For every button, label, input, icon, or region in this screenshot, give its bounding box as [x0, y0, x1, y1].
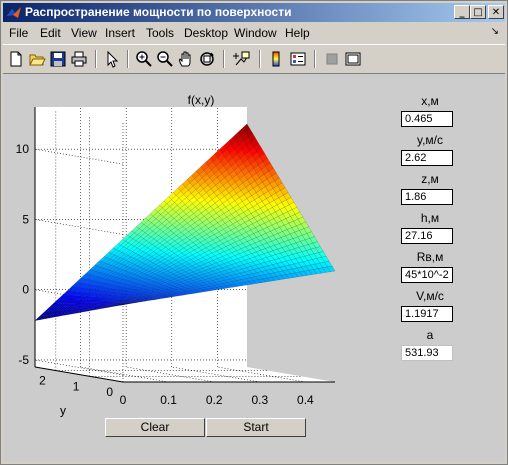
x-tick-label: 0.4 — [297, 393, 314, 407]
z-tick-label: -5 — [18, 353, 29, 367]
title-bar[interactable]: Распространение мощности по поверхности … — [3, 3, 505, 22]
toolbar — [3, 44, 505, 74]
menu-bar: File Edit View Insert Tools Desktop Wind… — [3, 23, 505, 42]
legend-icon[interactable] — [289, 50, 307, 68]
x-tick-label: 0.3 — [251, 393, 268, 407]
y-input[interactable]: 2.62 — [401, 150, 453, 166]
param-label-rv: Rв,м — [416, 250, 444, 264]
close-button[interactable]: ✕ — [488, 5, 504, 19]
menu-tools[interactable]: Tools — [146, 26, 174, 40]
figure-canvas: 0 0.1 0.2 0.3 0.4 0 1 2 -5 0 5 10 y f(x,y) x,м 0.465… — [3, 74, 505, 462]
menu-help[interactable]: Help — [285, 26, 310, 40]
window-title: Распространение мощности по поверхности — [25, 5, 292, 19]
param-label-z: z,м — [421, 172, 439, 186]
maximize-button[interactable]: □ — [470, 5, 486, 19]
z-tick-label: 10 — [16, 142, 30, 156]
z-tick-label: 0 — [22, 283, 29, 297]
plot-title: f(x,y) — [188, 93, 215, 107]
zoom-out-icon[interactable] — [156, 50, 174, 68]
colorbar-icon[interactable] — [267, 50, 285, 68]
y-tick-label: 0 — [106, 385, 113, 399]
minimize-button[interactable]: _ — [454, 5, 470, 19]
param-label-x: x,м — [421, 94, 439, 108]
data-cursor-icon[interactable] — [233, 50, 251, 68]
print-icon[interactable] — [70, 50, 88, 68]
figure-window: Распространение мощности по поверхности … — [0, 0, 508, 465]
matlab-logo-icon — [7, 7, 21, 18]
save-icon[interactable] — [49, 50, 67, 68]
start-button[interactable]: Start — [206, 418, 306, 437]
menu-file[interactable]: File — [9, 26, 28, 40]
new-file-icon[interactable] — [7, 50, 25, 68]
x-tick-label: 0 — [120, 393, 127, 407]
x-input[interactable]: 0.465 — [401, 111, 453, 127]
side-wall — [35, 107, 123, 382]
show-tools-icon[interactable] — [344, 50, 362, 68]
menu-grip-icon: ↘ — [490, 26, 499, 37]
menu-window[interactable]: Window — [234, 26, 277, 40]
toolbar-separator — [259, 50, 261, 68]
zoom-in-icon[interactable] — [135, 50, 153, 68]
pan-hand-icon[interactable] — [177, 50, 195, 68]
param-label-y: y,м/c — [416, 133, 444, 147]
z-tick-label: 5 — [22, 212, 29, 226]
param-label-v: V,м/c — [416, 289, 444, 303]
x-tick-label: 0.1 — [160, 393, 177, 407]
h-input[interactable]: 27.16 — [401, 228, 453, 244]
menu-desktop[interactable]: Desktop — [184, 26, 228, 40]
y-tick-label: 1 — [73, 379, 80, 393]
y-axis-label: y — [60, 404, 66, 418]
toolbar-separator — [95, 50, 97, 68]
open-folder-icon[interactable] — [28, 50, 46, 68]
pointer-icon[interactable] — [103, 50, 121, 68]
clear-button[interactable]: Clear — [105, 418, 205, 437]
toolbar-separator — [314, 50, 316, 68]
toolbar-separator — [223, 50, 225, 68]
a-output: 531.93 — [401, 345, 453, 361]
param-label-a: a — [426, 328, 434, 342]
param-label-h: h,м — [420, 211, 440, 225]
z-input[interactable]: 1.86 — [401, 189, 453, 205]
v-input[interactable]: 1.1917 — [401, 306, 453, 322]
x-tick-label: 0.2 — [206, 393, 223, 407]
menu-insert[interactable]: Insert — [105, 26, 135, 40]
y-tick-label: 2 — [39, 374, 46, 388]
toolbar-separator — [127, 50, 129, 68]
rotate-3d-icon[interactable] — [198, 50, 216, 68]
menu-edit[interactable]: Edit — [40, 26, 61, 40]
surface-plot[interactable]: 0 0.1 0.2 0.3 0.4 0 1 2 -5 0 5 10 y f(x,y) — [3, 74, 383, 434]
rv-input[interactable]: 45*10^-2 — [401, 267, 453, 283]
menu-view[interactable]: View — [71, 26, 97, 40]
hide-tools-icon[interactable] — [323, 50, 341, 68]
